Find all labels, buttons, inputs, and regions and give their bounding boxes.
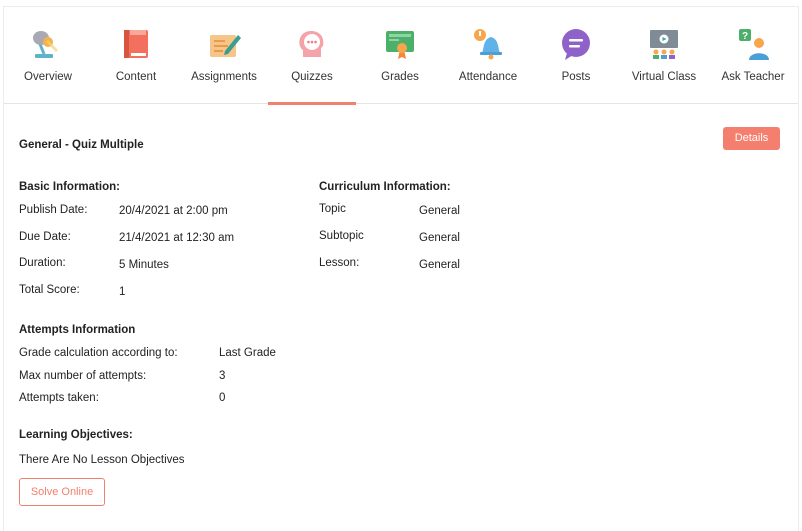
total-score-value: 1 <box>119 286 126 298</box>
quiz-card: Overview Content Assignments Quizzes Gra… <box>3 6 799 531</box>
tab-overview[interactable]: Overview <box>4 7 92 104</box>
tab-label: Ask Teacher <box>721 71 785 83</box>
head-chat-icon <box>299 31 324 57</box>
grade-calc-value: Last Grade <box>219 347 276 359</box>
tab-grades[interactable]: Grades <box>356 7 444 104</box>
curriculum-info-heading: Curriculum Information: <box>319 181 451 193</box>
topic-value: General <box>419 205 460 217</box>
details-button[interactable]: Details <box>723 127 780 150</box>
certificate-icon <box>386 31 414 59</box>
subtopic-value: General <box>419 232 460 244</box>
quiz-title: General - Quiz Multiple <box>19 139 144 151</box>
attempts-taken-value: 0 <box>219 392 226 404</box>
tab-posts[interactable]: Posts <box>532 7 620 104</box>
tab-label: Content <box>115 71 157 83</box>
ask-question-icon: ? <box>739 29 769 60</box>
tab-virtual-class[interactable]: Virtual Class <box>620 7 708 104</box>
learning-objectives-heading: Learning Objectives: <box>19 429 133 441</box>
due-date-label: Due Date: <box>19 231 71 243</box>
tab-label: Overview <box>24 71 72 83</box>
tab-assignments[interactable]: Assignments <box>180 7 268 104</box>
tab-label: Attendance <box>458 71 518 83</box>
duration-label: Duration: <box>19 257 66 269</box>
tab-label: Quizzes <box>291 71 333 83</box>
subtopic-label: Subtopic <box>319 230 364 242</box>
topic-label: Topic <box>319 203 346 215</box>
desk-lamp-icon <box>33 31 59 58</box>
lesson-value: General <box>419 259 460 271</box>
duration-value: 5 Minutes <box>119 259 169 271</box>
solve-online-button[interactable]: Solve Online <box>19 478 105 506</box>
tab-label: Virtual Class <box>631 71 697 83</box>
speech-bubble-icon <box>562 29 590 60</box>
book-icon <box>124 30 148 58</box>
basic-info-heading: Basic Information: <box>19 181 120 193</box>
bell-icon <box>474 29 502 60</box>
tab-content[interactable]: Content <box>92 7 180 104</box>
grade-calc-label: Grade calculation according to: <box>19 347 178 359</box>
max-attempts-label: Max number of attempts: <box>19 370 147 382</box>
total-score-label: Total Score: <box>19 284 80 296</box>
active-tab-indicator <box>268 102 356 105</box>
video-class-icon <box>650 30 678 59</box>
tab-label: Posts <box>561 71 591 83</box>
tab-label: Assignments <box>191 71 257 83</box>
course-tabs: Overview Content Assignments Quizzes Gra… <box>4 7 798 105</box>
tab-attendance[interactable]: Attendance <box>444 7 532 104</box>
tab-label: Grades <box>381 71 419 83</box>
svg-text:?: ? <box>742 31 748 42</box>
assignment-pencil-icon <box>210 35 241 57</box>
attempts-taken-label: Attempts taken: <box>19 392 99 404</box>
lesson-label: Lesson: <box>319 257 360 269</box>
tab-quizzes[interactable]: Quizzes <box>268 7 356 105</box>
publish-date-label: Publish Date: <box>19 204 88 216</box>
publish-date-value: 20/4/2021 at 2:00 pm <box>119 205 228 217</box>
max-attempts-value: 3 <box>219 370 226 382</box>
tab-ask-teacher[interactable]: ? Ask Teacher <box>708 7 798 104</box>
due-date-value: 21/4/2021 at 12:30 am <box>119 232 235 244</box>
attempts-info-heading: Attempts Information <box>19 324 136 336</box>
learning-objectives-text: There Are No Lesson Objectives <box>19 454 185 466</box>
